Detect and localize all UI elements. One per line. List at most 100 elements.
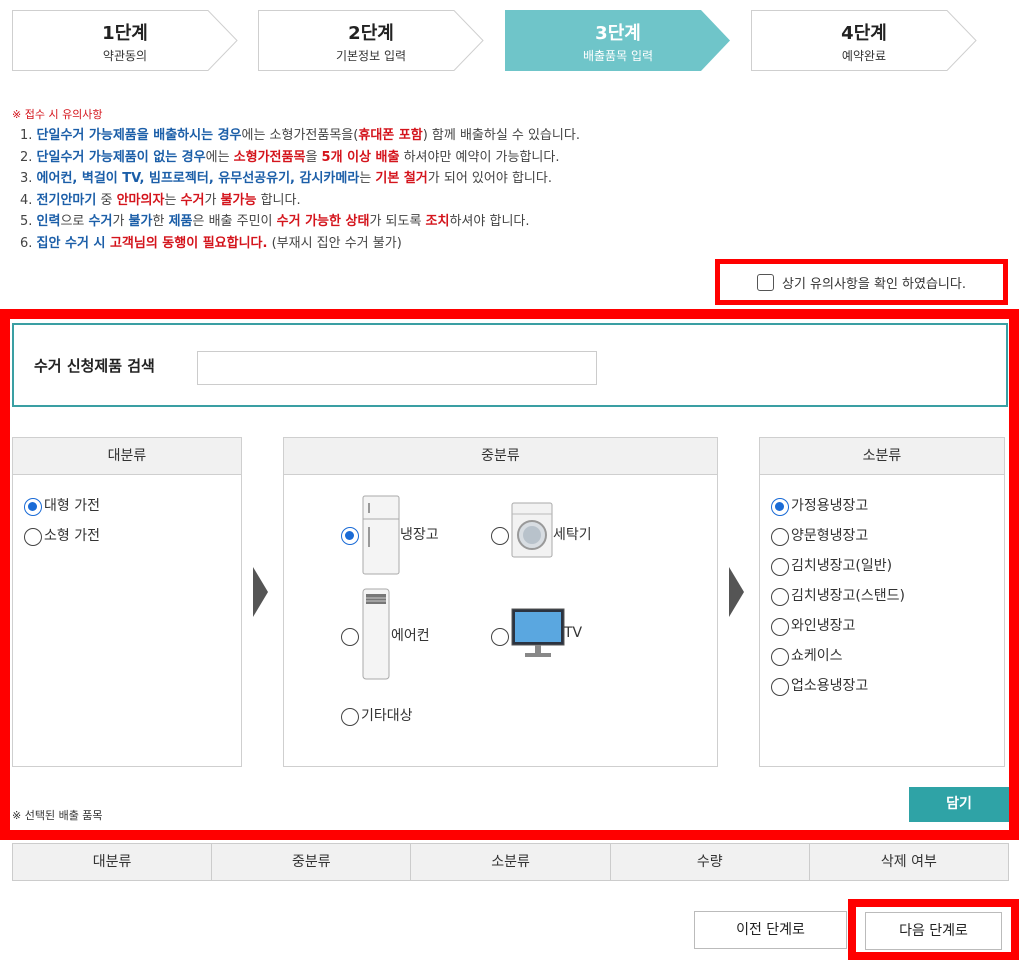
notice-text: 가 <box>112 214 129 229</box>
arrow-right-icon <box>729 567 744 617</box>
column-header: 대분류 <box>13 844 213 880</box>
step-3: 3단계 배출품목 입력 <box>505 10 731 71</box>
notice-text: 하셔야 합니다. <box>449 214 530 229</box>
notice-text: 는 <box>359 171 376 186</box>
notice-text: 3. <box>20 171 37 186</box>
arrow-right-icon <box>253 567 268 617</box>
notice-text: 에는 <box>205 149 234 165</box>
option-label[interactable]: 쇼케이스 <box>791 645 843 665</box>
selected-items-table-header: 대분류 중분류 소분류 수량 삭제 여부 <box>12 843 1009 881</box>
notice-text: (부재시 집안 수거 불가) <box>267 235 402 251</box>
tv-icon[interactable] <box>511 608 565 660</box>
option-label[interactable]: 가정용냉장고 <box>791 495 868 515</box>
confirm-checkbox[interactable] <box>757 273 774 291</box>
radio-wine-refrigerator[interactable] <box>771 618 789 636</box>
notice-text: 에는 소형가전품목을( <box>241 128 359 143</box>
notice-item: 2. 단일수거 가능제품이 없는 경우에는 소형가전품목을 5개 이상 배출 하… <box>20 147 580 169</box>
notice-text: 하셔야만 예약이 가능합니다. <box>399 149 560 165</box>
radio-others[interactable] <box>341 708 359 726</box>
radio-home-refrigerator[interactable] <box>771 498 789 516</box>
notice-text: 불가 <box>128 214 153 229</box>
search-input[interactable] <box>197 351 597 385</box>
next-step-button[interactable]: 다음 단계로 <box>865 912 1002 950</box>
radio-small-appliance[interactable] <box>24 528 42 546</box>
notice-text: 4. <box>20 192 37 208</box>
notice-text: 조치 <box>425 214 450 229</box>
option-label[interactable]: 양문형냉장고 <box>791 525 868 545</box>
step-label: 배출품목 입력 <box>582 49 654 63</box>
column-header: 삭제 여부 <box>880 854 937 870</box>
option-label[interactable]: 김치냉장고(일반) <box>791 555 892 575</box>
notice-text: 을 <box>305 149 322 165</box>
option-label[interactable]: 소형 가전 <box>44 525 100 545</box>
step-4: 4단계 예약완료 <box>751 10 977 71</box>
notice-text: 에어컨, 벽걸이 TV, 빔프로젝터, 유무선공유기, 감시카메라 <box>36 171 360 186</box>
panel-title: 대분류 <box>13 438 241 475</box>
notice-item: 3. 에어컨, 벽걸이 TV, 빔프로젝터, 유무선공유기, 감시카메라는 기본… <box>20 168 580 190</box>
notice-text: 은 배출 주민이 <box>192 214 277 229</box>
option-label[interactable]: 세탁기 <box>553 524 592 544</box>
next-step-highlight: 다음 단계로 <box>848 899 1019 960</box>
option-label[interactable]: 냉장고 <box>400 524 439 544</box>
radio-refrigerator[interactable] <box>341 527 359 545</box>
radio-kimchi-refrigerator-stand[interactable] <box>771 588 789 606</box>
radio-air-conditioner[interactable] <box>341 628 359 646</box>
option-label[interactable]: 와인냉장고 <box>791 615 855 635</box>
notice-text: 중 <box>96 192 117 208</box>
notice-text: 2. <box>20 149 37 165</box>
notice-text: 고객님의 동행이 필요합니다. <box>109 235 268 251</box>
notice-item: 4. 전기안마기 중 안마의자는 수거가 불가능 합니다. <box>20 190 580 212</box>
step-2: 2단계기본정보 입력 <box>258 10 484 71</box>
radio-washing-machine[interactable] <box>491 527 509 545</box>
notice-text: 단일수거 가능제품을 배출하시는 경우 <box>36 128 242 143</box>
notice-list: 1. 단일수거 가능제품을 배출하시는 경우에는 소형가전품목을(휴대폰 포함)… <box>20 125 580 254</box>
notice-text: 기본 철거 <box>375 171 428 186</box>
notice-text: 수거 <box>180 192 205 208</box>
notice-text: 가 되도록 <box>369 214 426 229</box>
panel-title: 소분류 <box>760 438 1004 475</box>
column-header: 중분류 <box>212 844 412 880</box>
radio-commercial-refrigerator[interactable] <box>771 678 789 696</box>
refrigerator-icon[interactable] <box>362 495 400 575</box>
notice-text: 는 <box>164 192 181 208</box>
step-1: 1단계 약관동의 <box>12 10 238 71</box>
search-label: 수거 신청제품 검색 <box>34 357 155 375</box>
column-header: 수량 <box>611 844 810 880</box>
step-number: 1단계 <box>102 23 148 44</box>
notice-text: 단일수거 가능제품이 없는 경우 <box>36 149 206 165</box>
radio-showcase[interactable] <box>771 648 789 666</box>
panel-title: 중분류 <box>284 438 717 475</box>
step-number: 2단계 <box>348 23 394 44</box>
notice-text: 전기안마기 <box>36 192 97 208</box>
major-category-panel: 대분류 대형 가전 소형 가전 <box>12 437 242 767</box>
step-number: 4단계 <box>841 23 887 44</box>
notice-text: 안마의자 <box>116 192 165 208</box>
middle-category-panel: 중분류 냉장고 세탁기 에어컨 TV 기타대상 <box>283 437 718 767</box>
notice-text: 수거 <box>88 214 113 229</box>
radio-large-appliance[interactable] <box>24 498 42 516</box>
notice-text: 불가능 <box>220 192 257 208</box>
option-label[interactable]: 업소용냉장고 <box>791 675 868 695</box>
add-item-button[interactable]: 담기 <box>909 787 1009 822</box>
notice-title: ※ 접수 시 유의사항 <box>12 108 103 121</box>
step-label: 기본정보 입력 <box>335 49 407 63</box>
option-label[interactable]: 에어컨 <box>391 625 430 645</box>
air-conditioner-icon[interactable] <box>362 588 390 680</box>
notice-text: 한 <box>152 214 169 229</box>
washing-machine-icon[interactable] <box>511 502 553 558</box>
radio-kimchi-refrigerator-general[interactable] <box>771 558 789 576</box>
notice-text: 제품 <box>168 214 193 229</box>
option-label[interactable]: 대형 가전 <box>44 495 100 515</box>
radio-tv[interactable] <box>491 628 509 646</box>
minor-category-panel: 소분류 가정용냉장고 양문형냉장고 김치냉장고(일반) 김치냉장고(스탠드) 와… <box>759 437 1005 767</box>
notice-text: 가 되어 있어야 합니다. <box>427 171 552 186</box>
option-label[interactable]: 기타대상 <box>361 705 413 725</box>
notice-text: 1. <box>20 128 37 143</box>
notice-text: 으로 <box>60 214 89 229</box>
option-label[interactable]: 김치냉장고(스탠드) <box>791 585 905 605</box>
radio-side-by-side-refrigerator[interactable] <box>771 528 789 546</box>
previous-step-button[interactable]: 이전 단계로 <box>694 911 847 949</box>
option-label[interactable]: TV <box>564 625 582 641</box>
confirm-highlight: 상기 유의사항을 확인 하였습니다. <box>715 259 1008 305</box>
notice-text: 5. <box>20 214 37 229</box>
